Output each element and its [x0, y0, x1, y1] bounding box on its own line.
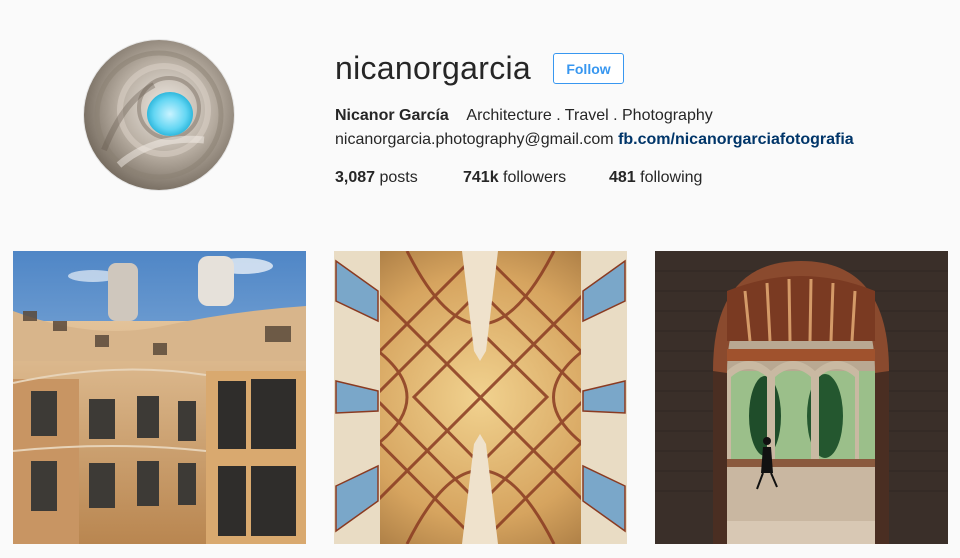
- profile-username: nicanorgarcia: [335, 50, 532, 86]
- posts-stat[interactable]: 3,087 posts: [335, 168, 418, 188]
- followers-count: 741k: [463, 169, 499, 186]
- post-image: [655, 251, 948, 544]
- post-thumbnail[interactable]: [655, 251, 948, 544]
- bio-line-2: nicanorgarcia.photography@gmail.com fb.c…: [335, 130, 854, 150]
- post-image: [334, 251, 627, 544]
- following-count: 481: [609, 169, 636, 186]
- profile-avatar[interactable]: [84, 40, 234, 190]
- posts-count: 3,087: [335, 169, 376, 186]
- post-thumbnail[interactable]: [334, 251, 627, 544]
- follow-button[interactable]: Follow: [553, 53, 624, 84]
- avatar-image: [84, 40, 234, 190]
- following-label: following: [640, 169, 703, 186]
- post-image: [13, 251, 306, 544]
- profile-email: nicanorgarcia.photography@gmail.com: [335, 131, 614, 148]
- profile-bio: Architecture . Travel . Photography: [466, 107, 713, 124]
- profile-external-link[interactable]: fb.com/nicanorgarciafotografia: [618, 131, 854, 148]
- profile-full-name: Nicanor García: [335, 107, 449, 124]
- posts-label: posts: [379, 169, 418, 186]
- followers-stat[interactable]: 741k followers: [463, 168, 566, 188]
- followers-label: followers: [503, 169, 567, 186]
- post-thumbnail[interactable]: [13, 251, 306, 544]
- bio-line-1: Nicanor García Architecture . Travel . P…: [335, 106, 713, 126]
- following-stat[interactable]: 481 following: [609, 168, 702, 188]
